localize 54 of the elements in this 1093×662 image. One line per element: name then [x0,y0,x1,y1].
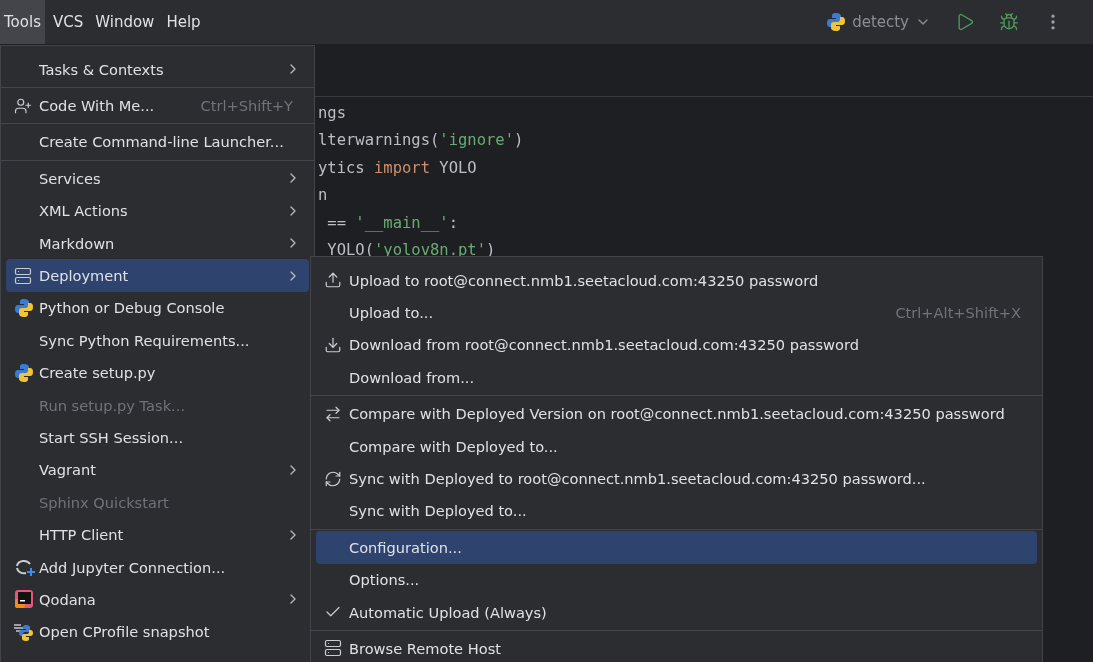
code-line: ngs [318,103,347,124]
menu-item[interactable]: Sync Python Requirements... [6,324,309,357]
menu-item[interactable]: Markdown [6,226,309,260]
menu-item[interactable]: Services [6,162,309,195]
qodana-icon [14,589,34,610]
menu-item[interactable]: XML Actions [6,194,309,227]
code-line: == '__main__': [326,212,459,234]
menu-item[interactable]: Create setup.py [6,356,309,389]
python-icon [14,297,34,318]
menu-item[interactable]: Deployment [6,259,309,292]
menu-item[interactable]: Compare with Deployed to... [316,429,1037,463]
menu-item[interactable]: Code With Me... Ctrl+Shift+Y [6,89,309,122]
sync-icon [324,469,342,488]
menu-item[interactable]: Options... [316,563,1037,596]
menu-item[interactable]: Download from... [316,361,1037,394]
upload-icon [324,271,342,290]
menu-item[interactable]: Download from root@connect.nmb1.seetacloud.com:43250 password [316,328,1037,362]
menu-item[interactable]: Sync with Deployed to root@connect.nmb1.seetacloud.com:43250 password... [316,462,1037,495]
menu-item[interactable]: Add Jupyter Connection... [6,550,309,584]
menu-item[interactable]: Python or Debug Console [6,291,309,325]
menu-item[interactable]: Tasks & Contexts [6,53,309,86]
server-icon [14,266,32,285]
compare-arrows-icon [324,404,342,423]
menu-item[interactable]: Upload to... Ctrl+Alt+Shift+X [316,296,1037,329]
menu-item[interactable]: Open CProfile snapshot [6,615,309,649]
menu-item[interactable]: Qodana [6,583,309,616]
menu-item[interactable]: Automatic Upload (Always) [316,595,1037,629]
code-line: lterwarnings('ignore') [318,130,525,152]
shortcut-text: Ctrl+Alt+Shift+X [895,304,1021,322]
menu-bar-item[interactable]: Window [91,0,159,44]
python-icon [14,362,34,383]
run-configuration-selector[interactable]: detecty [826,0,931,44]
menu-item[interactable]: Configuration... [316,531,1037,564]
shortcut-text: Ctrl+Shift+Y [200,97,293,115]
menu-bar-item[interactable]: Tools [0,0,45,44]
menu-item[interactable]: Vagrant [6,453,309,487]
jupyter-plus-icon [14,557,36,578]
server-icon [324,639,342,658]
menu-item[interactable]: Browse Remote Host [316,632,1037,662]
debug-icon[interactable] [999,12,1019,32]
menu-item[interactable]: Upload to root@connect.nmb1.seetacloud.com:43250 password [316,264,1037,297]
code-line: ytics import YOLO [318,157,478,179]
python-profile-icon [14,621,36,642]
menu-bar-item[interactable]: Help [162,0,205,44]
download-icon [324,335,342,354]
menu-item[interactable]: Sync with Deployed to... [316,494,1037,528]
code-line: n [318,185,329,207]
menu-item[interactable]: Compare with Deployed Version on root@connect.nmb1.seetacloud.com:43250 password [316,397,1037,430]
user-plus-icon [14,96,32,115]
menu-item[interactable]: Start SSH Session... [6,421,309,454]
python-icon [826,12,847,32]
menu-item[interactable]: HTTP Client [6,518,309,551]
menu-bar-item[interactable]: VCS [48,0,88,44]
menu-item[interactable]: Create Command-line Launcher... [6,125,309,159]
